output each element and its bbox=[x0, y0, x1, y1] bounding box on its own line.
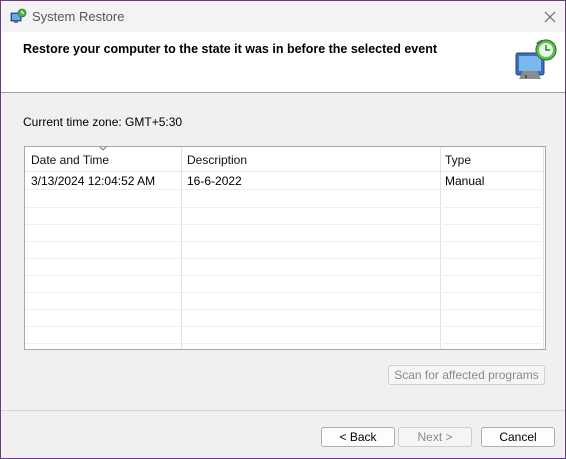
cell-description: 16-6-2022 bbox=[187, 174, 242, 188]
close-icon bbox=[544, 11, 556, 22]
back-button[interactable]: < Back bbox=[321, 427, 395, 447]
column-header-description[interactable]: Description bbox=[187, 153, 247, 167]
cell-date: 3/13/2024 12:04:52 AM bbox=[31, 174, 156, 188]
empty-row bbox=[25, 207, 545, 225]
empty-row bbox=[25, 224, 545, 242]
restore-points-table[interactable]: Date and Time Description Type 3/13/2024… bbox=[24, 146, 546, 350]
empty-row bbox=[25, 326, 545, 344]
column-header-type[interactable]: Type bbox=[445, 153, 471, 167]
cancel-button[interactable]: Cancel bbox=[481, 427, 555, 447]
system-restore-icon bbox=[10, 8, 27, 23]
table-header: Date and Time Description Type bbox=[25, 147, 545, 172]
title-bar[interactable]: System Restore bbox=[1, 1, 565, 32]
table-row[interactable]: 3/13/2024 12:04:52 AM 16-6-2022 Manual bbox=[25, 172, 545, 190]
next-button[interactable]: Next > bbox=[398, 427, 472, 447]
timezone-label: Current time zone: GMT+5:30 bbox=[23, 115, 183, 129]
empty-row bbox=[25, 292, 545, 310]
empty-row bbox=[25, 309, 545, 327]
window-title: System Restore bbox=[32, 9, 125, 24]
page-heading: Restore your computer to the state it wa… bbox=[23, 42, 437, 56]
cell-type: Manual bbox=[445, 174, 485, 188]
empty-row bbox=[25, 241, 545, 259]
system-restore-window: System Restore Restore your computer to … bbox=[0, 0, 566, 459]
system-restore-icon bbox=[515, 39, 557, 79]
footer-divider bbox=[1, 410, 565, 411]
empty-row bbox=[25, 258, 545, 276]
column-header-date[interactable]: Date and Time bbox=[31, 153, 109, 167]
empty-row bbox=[25, 275, 545, 293]
sort-descending-icon bbox=[99, 147, 107, 151]
close-button[interactable] bbox=[535, 1, 565, 32]
scan-affected-programs-button[interactable]: Scan for affected programs bbox=[388, 365, 545, 385]
header-band: Restore your computer to the state it wa… bbox=[1, 32, 565, 93]
empty-row bbox=[25, 190, 545, 208]
